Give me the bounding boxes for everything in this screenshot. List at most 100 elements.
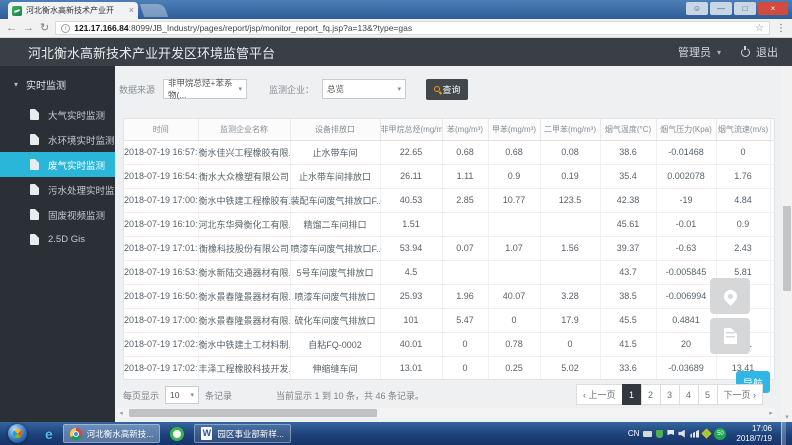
page-number-button[interactable]: 1: [622, 384, 642, 405]
cell-extra: [770, 308, 775, 332]
browser-tab[interactable]: 河北衡水高新技术产业开 ×: [8, 2, 138, 19]
cell-company: 衡橡科技股份有限公司: [198, 236, 290, 260]
page-info-icon[interactable]: i: [61, 24, 70, 33]
next-page-button[interactable]: 下一页 ›: [717, 384, 764, 405]
data-source-value: 非甲烷总烃+苯系物(...: [168, 77, 238, 101]
table-row[interactable]: 2018-07-19 16:57:43 衡水佳兴工程橡胶有限... 止水带车间 …: [124, 140, 775, 164]
map-locate-button[interactable]: [710, 278, 750, 314]
scroll-right-icon[interactable]: ▸: [767, 409, 775, 417]
keyboard-icon[interactable]: [643, 431, 652, 437]
vertical-scroll-thumb[interactable]: [783, 206, 791, 291]
sidebar-item[interactable]: 2.5D Gis: [0, 227, 115, 252]
page-number-button[interactable]: 5: [698, 384, 718, 405]
taskbar-chrome-window[interactable]: 河北衡水高新技...: [63, 424, 161, 443]
horizontal-scroll-track[interactable]: [125, 408, 767, 418]
url-path: :8099/JB_Industry/pages/report/jsp/monit…: [129, 23, 413, 33]
cell-time: 2018-07-19 16:54:10: [124, 164, 198, 188]
tab-close-icon[interactable]: ×: [129, 6, 134, 15]
score-badge-icon[interactable]: 50: [714, 428, 726, 440]
maximize-button[interactable]: □: [734, 2, 756, 15]
page-number-button[interactable]: 4: [679, 384, 699, 405]
cell-benzene: [442, 212, 488, 236]
sidebar-group-label: 实时监测: [26, 77, 66, 92]
browser-360-icon[interactable]: [170, 427, 184, 441]
table-row[interactable]: 2018-07-19 16:50:40 衡水景春隆景器材有限... 喷漆车间废气…: [124, 284, 775, 308]
close-button[interactable]: ×: [758, 2, 788, 15]
taskbar-word-window[interactable]: W 园区事业部新样...: [194, 424, 291, 443]
cell-time: 2018-07-19 16:53:29: [124, 260, 198, 284]
scroll-down-icon[interactable]: ▾: [782, 413, 792, 421]
enterprise-select[interactable]: 总览 ▾: [322, 79, 406, 99]
cell-benzene: 0.07: [442, 236, 488, 260]
logout-button[interactable]: 退出: [756, 44, 778, 60]
document-icon: [30, 159, 39, 170]
sidebar-group-realtime[interactable]: ▾ 实时监测: [0, 72, 115, 96]
reload-icon[interactable]: ↻: [40, 23, 49, 34]
new-tab-button[interactable]: [140, 4, 168, 17]
table-header-cell: 烟气: [770, 119, 775, 140]
data-source-select[interactable]: 非甲烷总烃+苯系物(... ▾: [163, 79, 247, 99]
cell-nmhc: 40.53: [380, 188, 442, 212]
clock-date: 2018/7/19: [736, 434, 772, 444]
table-row[interactable]: 2018-07-19 16:10:04 河北东华舜衡化工有限... 精馏二车间排…: [124, 212, 775, 236]
table-row[interactable]: 2018-07-19 17:00:29 衡水景春隆景器材有限... 硫化车间废气…: [124, 308, 775, 332]
vertical-scrollbar[interactable]: ▾: [782, 66, 792, 422]
user-menu[interactable]: 管理员: [678, 44, 711, 60]
bookmark-star-icon[interactable]: ☆: [755, 23, 764, 34]
location-pin-icon: [721, 287, 739, 305]
sidebar-item[interactable]: 废气实时监测: [0, 152, 115, 177]
table-row[interactable]: 2018-07-19 17:00:28 衡水中铁建工程橡胶有... 装配车间废气…: [124, 188, 775, 212]
cell-nmhc: 4.5: [380, 260, 442, 284]
cell-temperature: 33.6: [600, 356, 656, 380]
cell-benzene: 0: [442, 356, 488, 380]
horizontal-scroll-thumb[interactable]: [129, 409, 377, 417]
browser-menu-icon[interactable]: ⋮: [776, 23, 786, 34]
sidebar-item[interactable]: 固废视频监测: [0, 202, 115, 227]
show-desktop-button[interactable]: [781, 422, 786, 445]
sidebar-item[interactable]: 污水处理实时监测: [0, 177, 115, 202]
table-row[interactable]: 2018-07-19 17:02:41 衡水中铁建土工材料制... 自粘FQ-0…: [124, 332, 775, 356]
cell-benzene: 0.68: [442, 140, 488, 164]
volume-icon[interactable]: [678, 430, 686, 438]
cell-extra: [770, 212, 775, 236]
network-icon[interactable]: [690, 430, 699, 438]
minimize-button[interactable]: —: [710, 2, 732, 15]
table-header-cell: 监测企业名称: [198, 119, 290, 140]
ie-icon[interactable]: e: [45, 426, 53, 442]
report-button[interactable]: [710, 318, 750, 354]
start-button[interactable]: [8, 424, 27, 443]
taskbar-clock[interactable]: 17:06 2018/7/19: [736, 424, 772, 444]
cell-toluene: 0: [488, 308, 540, 332]
safety-icon[interactable]: [702, 429, 712, 439]
table-row[interactable]: 2018-07-19 16:53:29 衡水新陆交通器材有限... 5号车间废气…: [124, 260, 775, 284]
search-button[interactable]: 查询: [426, 79, 468, 100]
address-bar[interactable]: i 121.17.166.84:8099/JB_Industry/pages/r…: [55, 21, 770, 35]
table-row[interactable]: 2018-07-19 17:02:17 丰泽工程橡胶科技开发... 伸缩缝车间 …: [124, 356, 775, 380]
forward-icon[interactable]: →: [23, 23, 34, 34]
browser-toolbar: ← → ↻ i 121.17.166.84:8099/JB_Industry/p…: [0, 19, 792, 38]
shield-icon[interactable]: [656, 430, 663, 438]
sidebar-item[interactable]: 大气实时监测: [0, 102, 115, 127]
prev-page-button[interactable]: ‹ 上一页: [576, 384, 623, 405]
cell-company: 衡水中铁建土工材料制...: [198, 332, 290, 356]
scroll-left-icon[interactable]: ◂: [117, 409, 125, 417]
cell-outlet: 止水带车间: [290, 140, 380, 164]
word-icon: W: [201, 427, 212, 440]
horizontal-scrollbar[interactable]: ◂ ▸: [117, 408, 775, 418]
page-number-button[interactable]: 2: [641, 384, 661, 405]
page-number-button[interactable]: 3: [660, 384, 680, 405]
table-header-cell: 设备排放口: [290, 119, 380, 140]
sidebar-item[interactable]: 水环境实时监测: [0, 127, 115, 152]
action-center-flag-icon[interactable]: [667, 430, 674, 438]
cell-nmhc: 101: [380, 308, 442, 332]
cell-outlet: 自粘FQ-0002: [290, 332, 380, 356]
sidebar: ▾ 实时监测 大气实时监测 水环境实时监测 废气实时监测: [0, 66, 115, 422]
profile-icon[interactable]: ☺: [686, 2, 708, 15]
page-size-select[interactable]: 10 ▾: [165, 386, 199, 404]
back-icon[interactable]: ←: [6, 23, 17, 34]
main-content: 数据来源 非甲烷总烃+苯系物(... ▾ 监测企业： 总览 ▾ 查询: [115, 66, 792, 422]
language-indicator[interactable]: CN: [628, 429, 640, 438]
table-row[interactable]: 2018-07-19 16:54:10 衡水大众橡塑有限公司 止水带车间排放口 …: [124, 164, 775, 188]
table-row[interactable]: 2018-07-19 17:01:16 衡橡科技股份有限公司 喷漆车间废气排放口…: [124, 236, 775, 260]
cell-flow: 1.76: [716, 164, 770, 188]
